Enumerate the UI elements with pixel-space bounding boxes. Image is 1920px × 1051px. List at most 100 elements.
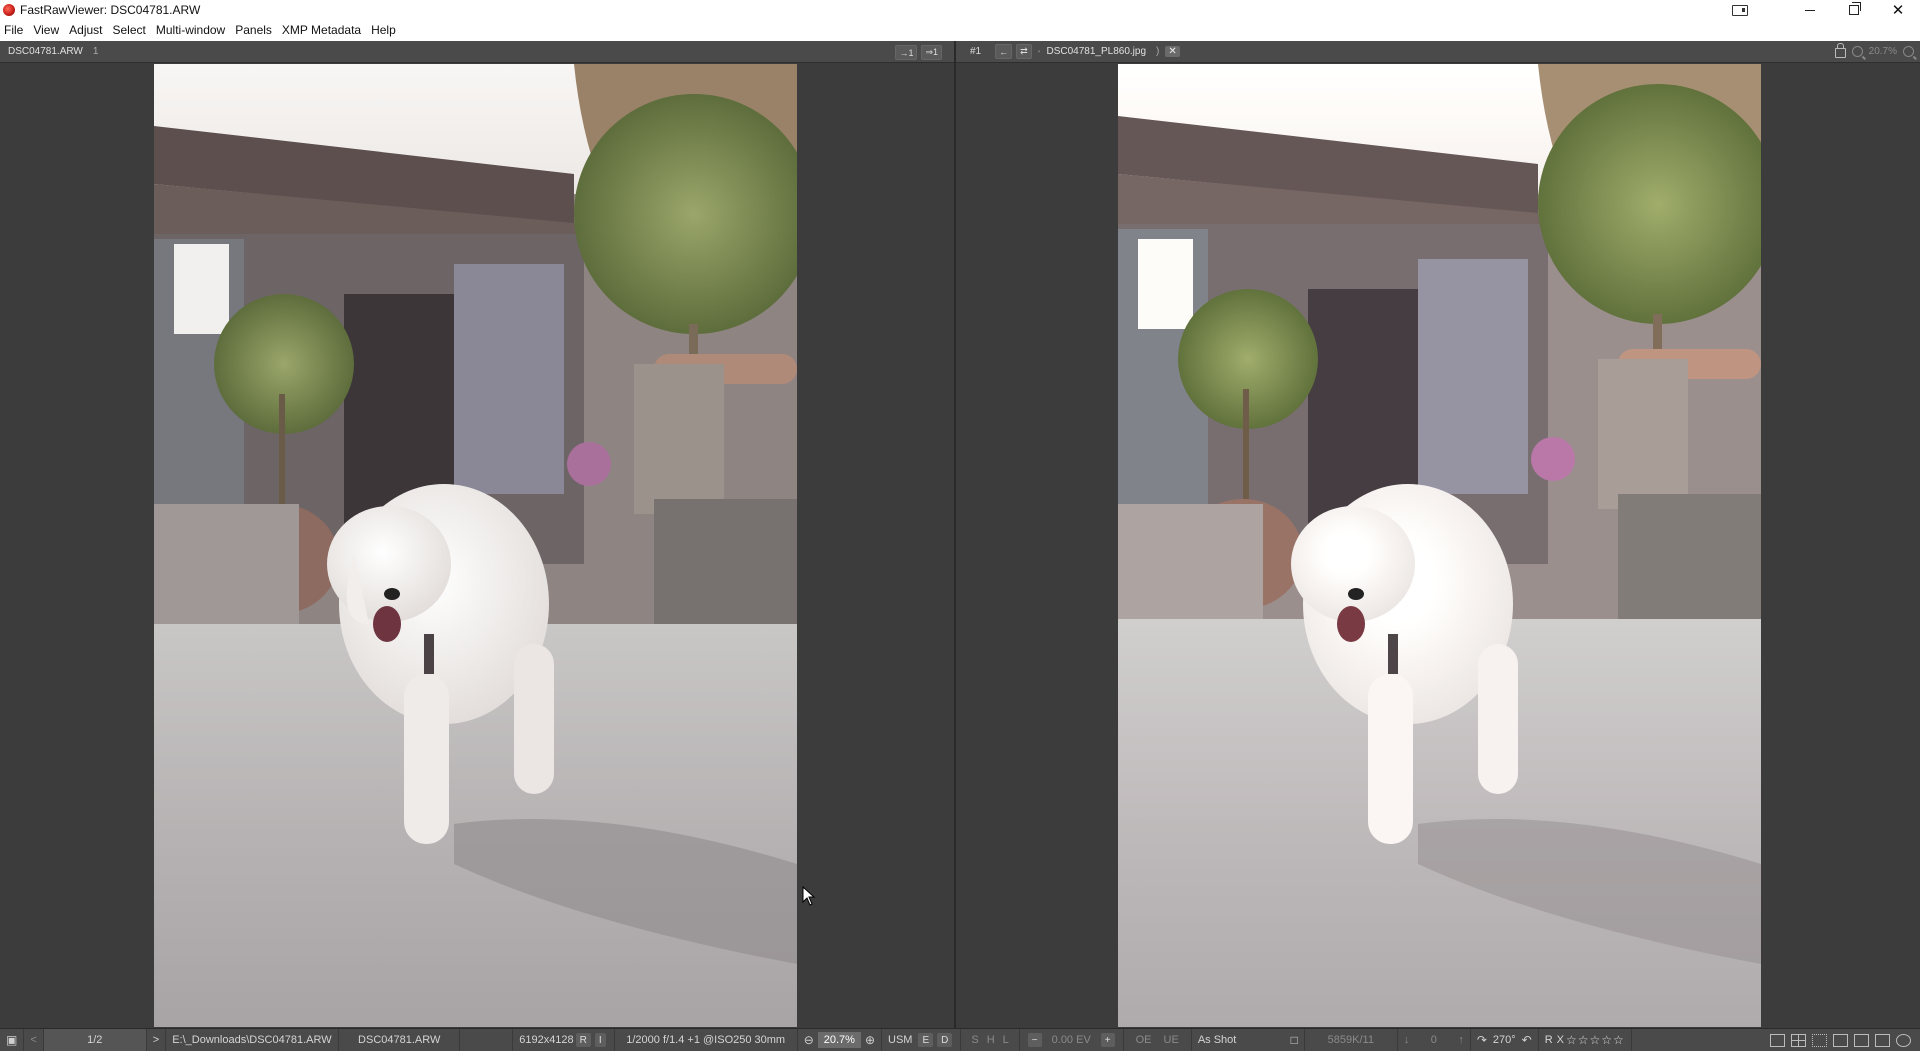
reject-x-toggle[interactable]: X: [1557, 1034, 1564, 1046]
right-panel-header: #1 ← ⇄ • DSC04781_PL860.jpg ) ✕ 20.7%: [956, 41, 1920, 63]
info-flag[interactable]: I: [594, 1033, 606, 1047]
chevron-right-icon: >: [152, 1034, 160, 1046]
right-image[interactable]: [1118, 64, 1761, 1027]
grid-view-icon[interactable]: [1791, 1033, 1806, 1047]
mouse-cursor-icon: [802, 886, 816, 906]
rotate-right-icon[interactable]: ↷: [1477, 1033, 1487, 1047]
menu-panels[interactable]: Panels: [230, 20, 277, 41]
tablet-mode-button[interactable]: [1720, 0, 1760, 20]
settings-icon[interactable]: [1896, 1033, 1911, 1047]
zoom-out-icon[interactable]: ⊖: [804, 1033, 814, 1047]
exposure-warnings: OE UE: [1124, 1029, 1192, 1051]
left-filename: DSC04781.ARW: [8, 46, 83, 57]
app-icon: [3, 4, 15, 16]
chevron-left-icon: <: [30, 1034, 37, 1046]
panel-divider[interactable]: [954, 41, 956, 1028]
d-toggle[interactable]: D: [937, 1033, 953, 1047]
sync-all-to-one-button[interactable]: ⇒1: [921, 45, 942, 60]
ue-toggle[interactable]: UE: [1164, 1034, 1179, 1046]
usm-toggle[interactable]: USM: [888, 1034, 912, 1046]
maximize-button[interactable]: [1832, 0, 1876, 20]
chevron-right-icon: ): [1156, 46, 1160, 57]
fullscreen-icon[interactable]: [1833, 1033, 1848, 1047]
status-bar: ▣ < 1/2 > E:\_Downloads\DSC04781.ARW DSC…: [0, 1028, 1920, 1051]
left-image[interactable]: [154, 64, 797, 1027]
tint-up-icon[interactable]: ↑: [1458, 1034, 1464, 1046]
right-filename: DSC04781_PL860.jpg: [1046, 46, 1147, 57]
right-header-left: #1 ← ⇄ • DSC04781_PL860.jpg ) ✕: [970, 44, 1180, 59]
menu-help[interactable]: Help: [366, 20, 401, 41]
minimize-button[interactable]: [1788, 0, 1832, 20]
image-dimensions: 6192x4128 R I: [513, 1029, 615, 1051]
spacer-1: [460, 1029, 514, 1051]
zoom-out-icon[interactable]: [1851, 45, 1863, 57]
rotation-control: ↷ 270° ↶: [1471, 1029, 1539, 1051]
menu-view[interactable]: View: [28, 20, 64, 41]
sync-to-one-button[interactable]: →1: [895, 45, 918, 60]
white-balance[interactable]: As Shot □: [1192, 1029, 1305, 1051]
left-index: 1: [92, 46, 99, 57]
ev-value[interactable]: 0.00 EV: [1052, 1034, 1091, 1046]
oe-toggle[interactable]: OE: [1136, 1034, 1152, 1046]
raw-flag[interactable]: R: [575, 1033, 591, 1047]
left-header-buttons: →1 ⇒1: [891, 45, 942, 60]
menu-multi-window[interactable]: Multi-window: [151, 20, 230, 41]
next-file-button[interactable]: >: [147, 1029, 167, 1051]
l-toggle[interactable]: L: [1003, 1034, 1009, 1046]
file-path: E:\_Downloads\DSC04781.ARW: [166, 1029, 340, 1051]
menu-select[interactable]: Select: [108, 20, 151, 41]
dot-marker: •: [1037, 47, 1041, 56]
prev-file-button[interactable]: <: [24, 1029, 44, 1051]
window-controls: ✕: [1720, 0, 1920, 20]
exposure-text: 1/2000 f/1.4 +1 @ISO250 30mm: [626, 1034, 786, 1046]
menu-adjust[interactable]: Adjust: [64, 20, 107, 41]
ev-minus-button[interactable]: −: [1027, 1033, 1042, 1047]
swap-button[interactable]: ⇄: [1016, 44, 1032, 59]
ev-plus-button[interactable]: +: [1100, 1033, 1115, 1047]
rating-control: R X ☆☆☆☆☆: [1539, 1029, 1632, 1051]
panels-toggle-icon[interactable]: [1875, 1033, 1890, 1047]
back-button[interactable]: ←: [995, 44, 1013, 59]
right-zoom-value: 20.7%: [1868, 45, 1897, 57]
zoom-value[interactable]: 20.7%: [817, 1032, 861, 1048]
file-counter[interactable]: 1/2: [43, 1029, 147, 1051]
zoom-in-icon[interactable]: [1903, 45, 1914, 57]
eyedropper-icon[interactable]: □: [1291, 1033, 1298, 1047]
menu-file[interactable]: File: [0, 20, 28, 41]
menu-bar: File View Adjust Select Multi-window Pan…: [0, 20, 1920, 41]
reject-r-toggle[interactable]: R: [1545, 1034, 1553, 1046]
temp-value: 5859K/11: [1327, 1034, 1374, 1046]
close-compare-button[interactable]: ✕: [1165, 46, 1180, 57]
export-icon[interactable]: [1854, 1033, 1869, 1047]
tablet-icon: [1732, 4, 1748, 16]
s-toggle[interactable]: S: [971, 1034, 978, 1046]
minimize-icon: [1805, 9, 1815, 11]
tint-value: 0: [1430, 1034, 1437, 1046]
right-photo-render: [1118, 64, 1761, 1027]
star-rating[interactable]: ☆☆☆☆☆: [1566, 1033, 1625, 1047]
h-toggle[interactable]: H: [987, 1034, 995, 1046]
thumbnail-grid-icon[interactable]: [1812, 1033, 1827, 1047]
zoom-in-icon[interactable]: ⊕: [865, 1033, 875, 1047]
tint-down-icon[interactable]: ↓: [1404, 1034, 1410, 1046]
file-counter-value: 1/2: [87, 1034, 103, 1046]
ev-control: − 0.00 EV +: [1020, 1029, 1124, 1051]
dimensions-text: 6192x4128: [519, 1034, 574, 1046]
tint-control[interactable]: ↓ 0 ↑: [1398, 1029, 1471, 1051]
title-bar: FastRawViewer: DSC04781.ARW ✕: [0, 0, 1920, 20]
status-filename: DSC04781.ARW: [339, 1029, 461, 1051]
rotation-value: 270°: [1492, 1034, 1516, 1046]
menu-xmp-metadata[interactable]: XMP Metadata: [277, 20, 366, 41]
folder-icon: ▣: [6, 1033, 18, 1047]
single-view-icon[interactable]: [1770, 1033, 1785, 1047]
close-button[interactable]: ✕: [1876, 0, 1920, 20]
color-temperature[interactable]: 5859K/11: [1305, 1029, 1398, 1051]
open-folder-button[interactable]: ▣: [0, 1029, 25, 1051]
e-toggle[interactable]: E: [918, 1033, 934, 1047]
file-path-text: E:\_Downloads\DSC04781.ARW: [172, 1034, 332, 1046]
shl-controls: S H L: [961, 1029, 1020, 1051]
right-slot: #1: [970, 46, 982, 57]
exposure-info: 1/2000 f/1.4 +1 @ISO250 30mm: [615, 1029, 798, 1051]
lock-icon[interactable]: [1834, 43, 1846, 58]
rotate-left-icon[interactable]: ↶: [1522, 1033, 1532, 1047]
